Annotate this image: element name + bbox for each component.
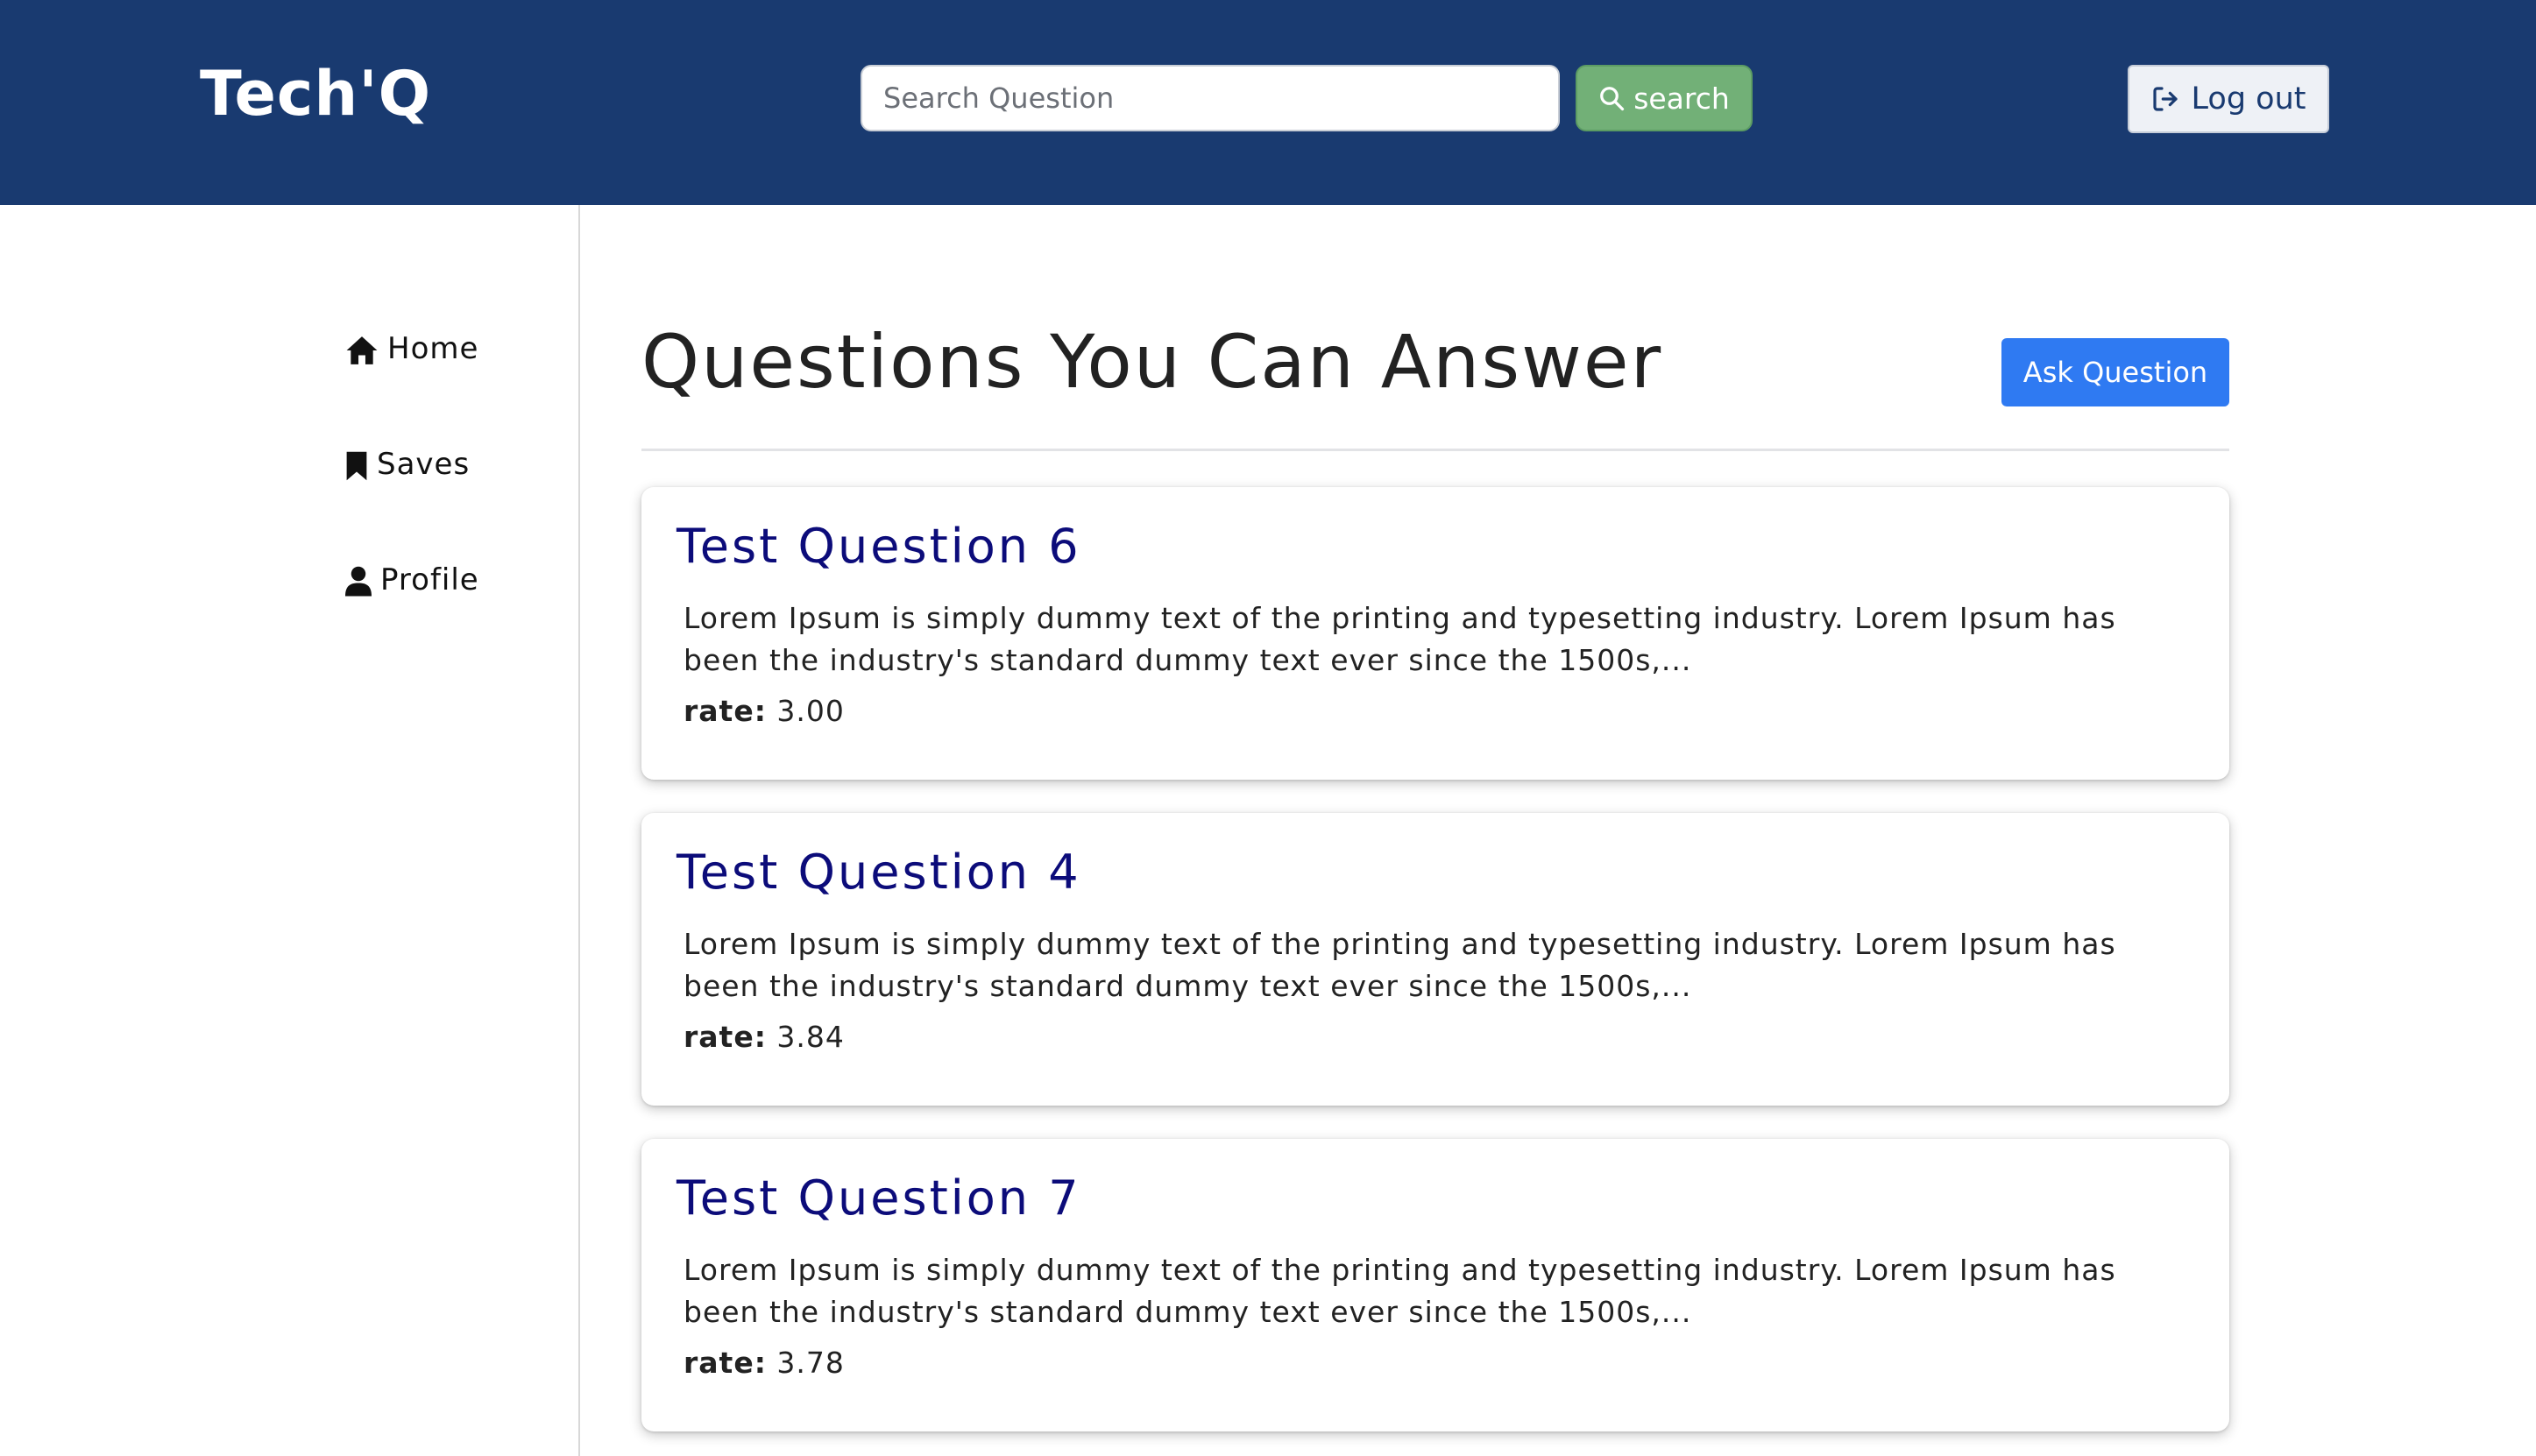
sidebar-item-saves[interactable]: Saves xyxy=(345,447,470,482)
question-title[interactable]: Test Question 4 xyxy=(677,845,1081,900)
search-icon xyxy=(1600,87,1625,111)
logout-button-label: Log out xyxy=(2191,81,2306,117)
logout-icon xyxy=(2152,87,2178,111)
rate-label: rate: xyxy=(684,694,767,728)
search-input[interactable] xyxy=(861,65,1560,131)
sidebar-item-label: Profile xyxy=(380,562,479,597)
question-title[interactable]: Test Question 6 xyxy=(677,519,1081,574)
question-rate: rate: 3.84 xyxy=(684,1020,845,1054)
brand-logo[interactable]: Tech'Q xyxy=(200,58,431,130)
sidebar-item-profile[interactable]: Profile xyxy=(345,562,479,597)
sidebar-divider xyxy=(578,205,580,1456)
question-card: Test Question 4 Lorem Ipsum is simply du… xyxy=(641,813,2229,1106)
logout-button[interactable]: Log out xyxy=(2128,65,2329,133)
question-card: Test Question 7 Lorem Ipsum is simply du… xyxy=(641,1139,2229,1431)
title-divider xyxy=(641,449,2229,451)
question-card: Test Question 6 Lorem Ipsum is simply du… xyxy=(641,487,2229,780)
question-rate: rate: 3.00 xyxy=(684,694,845,728)
rate-value: 3.00 xyxy=(776,694,845,728)
sidebar-item-label: Saves xyxy=(377,447,471,482)
ask-question-button[interactable]: Ask Question xyxy=(2001,338,2229,406)
rate-label: rate: xyxy=(684,1346,767,1380)
question-excerpt: Lorem Ipsum is simply dummy text of the … xyxy=(684,1253,2116,1329)
rate-label: rate: xyxy=(684,1020,767,1054)
search-button[interactable]: search xyxy=(1576,65,1753,131)
bookmark-icon xyxy=(346,451,367,481)
sidebar-item-label: Home xyxy=(387,331,479,366)
rate-value: 3.84 xyxy=(776,1020,845,1054)
user-icon xyxy=(345,566,372,597)
question-excerpt: Lorem Ipsum is simply dummy text of the … xyxy=(684,927,2116,1003)
question-excerpt: Lorem Ipsum is simply dummy text of the … xyxy=(684,601,2116,677)
question-rate: rate: 3.78 xyxy=(684,1346,845,1380)
rate-value: 3.78 xyxy=(776,1346,845,1380)
sidebar-item-home[interactable]: Home xyxy=(345,331,478,366)
question-title[interactable]: Test Question 7 xyxy=(677,1170,1081,1226)
page-title: Questions You Can Answer xyxy=(641,319,1663,405)
home-icon xyxy=(346,336,378,364)
top-navbar: Tech'Q search Log out xyxy=(0,0,2536,205)
search-button-label: search xyxy=(1633,81,1730,116)
